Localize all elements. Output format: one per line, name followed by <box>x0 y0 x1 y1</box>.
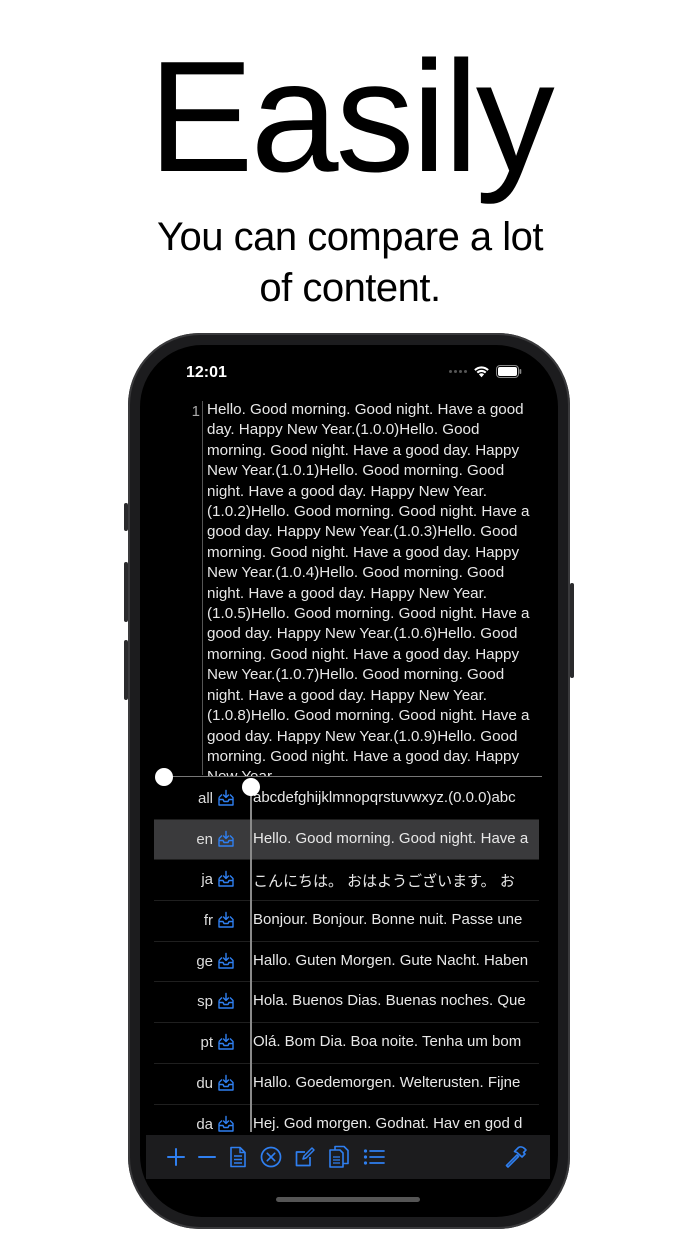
battery-icon <box>496 365 522 378</box>
subtitle-line-1: You can compare a lot <box>156 215 544 259</box>
add-button[interactable] <box>163 1144 189 1170</box>
list-button[interactable] <box>361 1144 387 1170</box>
language-text: Hallo. Goedemorgen. Welterusten. Fijne <box>253 1073 521 1091</box>
status-icons <box>449 365 522 378</box>
language-code: da <box>196 1115 213 1133</box>
power-button <box>570 583 574 678</box>
language-code: du <box>196 1074 213 1092</box>
language-row-fr[interactable]: fr Bonjour. Bonjour. Bonne nuit. Passe u… <box>154 901 539 942</box>
inbox-download-icon[interactable] <box>217 830 235 848</box>
volume-up-button <box>124 562 128 622</box>
copy-button[interactable] <box>326 1144 352 1170</box>
gutter-divider <box>202 401 203 775</box>
clear-button[interactable] <box>258 1144 284 1170</box>
language-text: Hallo. Guten Morgen. Gute Nacht. Haben <box>253 951 529 969</box>
language-code: fr <box>203 912 213 930</box>
minus-icon <box>198 1156 216 1158</box>
bottom-toolbar <box>146 1135 550 1179</box>
splitter-handle-horizontal[interactable] <box>155 768 173 786</box>
language-list[interactable]: all abcdefghijklmnopqrstuvwxyz.(0.0.0)ab… <box>154 779 539 1132</box>
language-code: pt <box>200 1034 213 1052</box>
language-row-sp[interactable]: sp Hola. Buenos Dias. Buenas noches. Que <box>154 982 539 1024</box>
language-code: all <box>197 790 213 807</box>
plus-icon <box>167 1148 185 1166</box>
language-code: en <box>196 830 213 848</box>
vertical-splitter[interactable] <box>250 787 252 1132</box>
phone-screen: 12:01 1 Hello. Good morning. Good night.… <box>140 345 558 1217</box>
language-row-da[interactable]: da Hej. God morgen. Godnat. Hav en god d <box>154 1105 539 1133</box>
inbox-download-icon[interactable] <box>217 992 235 1010</box>
copy-icon <box>329 1145 349 1168</box>
tools-button[interactable] <box>503 1144 529 1170</box>
language-row-du[interactable]: du Hallo. Goedemorgen. Welterusten. Fijn… <box>154 1064 539 1105</box>
edit-icon <box>295 1147 315 1167</box>
language-code: sp <box>197 993 213 1011</box>
inbox-download-icon[interactable] <box>217 1033 235 1051</box>
language-text: Hello. Good morning. Good night. Have a <box>253 829 529 847</box>
home-indicator <box>276 1197 420 1202</box>
language-text: こんにちは。 おはようございます。 お <box>253 873 515 891</box>
language-row-all[interactable]: all abcdefghijklmnopqrstuvwxyz.(0.0.0)ab… <box>154 779 539 820</box>
language-row-pt[interactable]: pt Olá. Bom Dia. Boa noite. Tenha um bom <box>154 1023 539 1064</box>
editor-content[interactable]: Hello. Good morning. Good night. Have a … <box>207 400 539 777</box>
inbox-download-icon[interactable] <box>217 911 235 929</box>
remove-button[interactable] <box>194 1144 220 1170</box>
hammer-icon <box>505 1146 527 1168</box>
language-text: Bonjour. Bonjour. Bonne nuit. Passe une <box>253 911 523 929</box>
inbox-download-icon[interactable] <box>217 789 235 807</box>
inbox-download-icon[interactable] <box>217 952 235 970</box>
inbox-download-icon[interactable] <box>217 1074 235 1092</box>
language-text: abcdefghijklmnopqrstuvwxyz.(0.0.0)abc <box>253 789 516 806</box>
status-time: 12:01 <box>186 364 227 381</box>
splitter-handle-vertical[interactable] <box>242 778 260 796</box>
line-number: 1 <box>191 403 200 420</box>
language-text: Olá. Bom Dia. Boa noite. Tenha um bom <box>253 1033 522 1051</box>
inbox-download-icon[interactable] <box>217 1115 235 1133</box>
clear-icon <box>260 1146 282 1168</box>
document-button[interactable] <box>225 1144 251 1170</box>
inbox-download-icon[interactable] <box>217 870 235 888</box>
language-text: Hej. God morgen. Godnat. Hav en god d <box>253 1114 523 1132</box>
wifi-icon <box>474 366 489 378</box>
mute-switch <box>124 503 128 531</box>
edit-button[interactable] <box>292 1144 318 1170</box>
signal-icon <box>449 370 467 373</box>
document-icon <box>230 1146 246 1168</box>
horizontal-splitter[interactable] <box>164 776 542 777</box>
language-text: Hola. Buenos Dias. Buenas noches. Que <box>253 992 526 1010</box>
volume-down-button <box>124 640 128 700</box>
language-row-ja[interactable]: ja こんにちは。 おはようございます。 お <box>154 860 539 902</box>
language-row-ge[interactable]: ge Hallo. Guten Morgen. Gute Nacht. Habe… <box>154 942 539 983</box>
headline: Easily <box>148 29 554 205</box>
subtitle-line-2: of content. <box>259 266 441 310</box>
language-code: ge <box>196 952 213 970</box>
list-icon <box>363 1149 385 1165</box>
language-code: ja <box>201 871 213 889</box>
language-row-en[interactable]: en Hello. Good morning. Good night. Have… <box>154 819 539 861</box>
